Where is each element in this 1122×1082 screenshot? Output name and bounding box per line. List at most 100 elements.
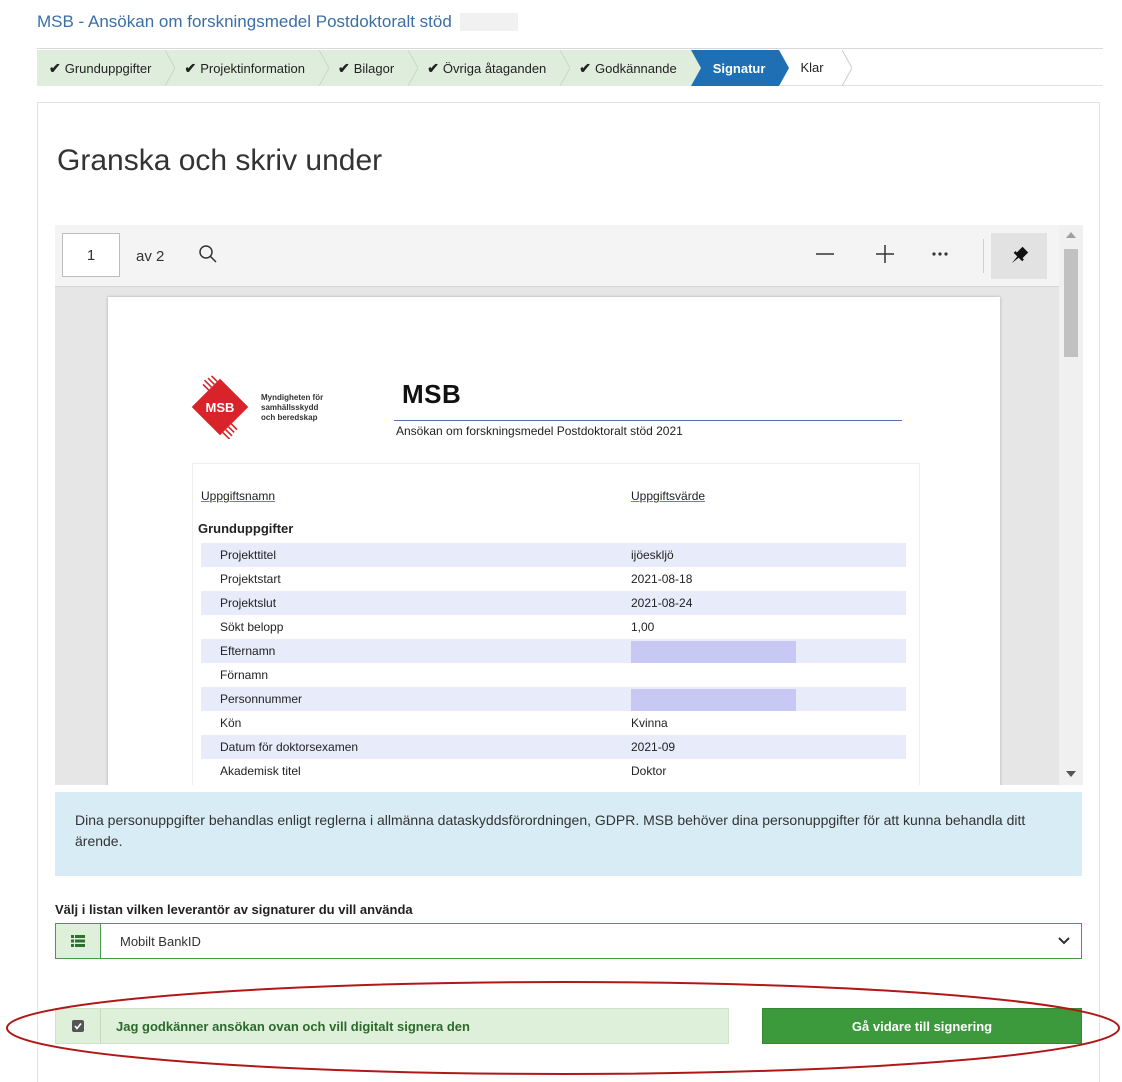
scroll-down-icon[interactable] [1066, 771, 1076, 777]
table-row: Efternamn [201, 639, 906, 663]
check-icon: ✔ [427, 59, 439, 76]
table-row: Akademisk titel Doktor [201, 759, 906, 783]
chevron-down-icon [1058, 937, 1070, 945]
step-label: Övriga åtaganden [442, 60, 547, 76]
redacted-value [631, 641, 796, 663]
viewer-toolbar: 1 av 2 [55, 225, 1059, 287]
row-label: Efternamn [220, 644, 276, 658]
logo-line: Myndigheten för [261, 393, 324, 402]
page-number-input[interactable]: 1 [62, 233, 120, 277]
column-header-name: Uppgiftsnamn [201, 489, 276, 503]
consent-label: Jag godkänner ansökan ovan och vill digi… [116, 1019, 470, 1034]
step-label: Godkännande [595, 60, 677, 76]
table-row: Personnummer [201, 687, 906, 711]
consent-checkbox-container [56, 1009, 101, 1043]
scroll-thumb[interactable] [1064, 249, 1078, 357]
chevron-right-icon [318, 50, 329, 86]
step-label: Projektinformation [200, 60, 305, 76]
logo-text: MSB [206, 400, 235, 415]
table-row: Projektstart 2021-08-18 [201, 567, 906, 591]
row-label: Personnummer [220, 692, 303, 706]
redacted-value [631, 689, 796, 711]
app-title-text: MSB - Ansökan om forskningsmedel Postdok… [37, 12, 452, 31]
chevron-right-icon [690, 50, 701, 86]
zoom-out-icon[interactable] [810, 239, 840, 269]
document-rule [394, 420, 902, 421]
consent-checkbox[interactable] [72, 1020, 84, 1032]
row-value: 1,00 [631, 620, 655, 634]
step-klar[interactable]: Klar [780, 50, 852, 86]
viewer-scrollbar[interactable] [1059, 225, 1083, 785]
chevron-right-icon [779, 50, 790, 86]
provider-select[interactable]: Mobilt BankID [55, 923, 1082, 959]
app-title: MSB - Ansökan om forskningsmedel Postdok… [37, 12, 518, 32]
pdf-viewer: 1 av 2 MSB Myndigheten för samhällsskydd… [55, 225, 1083, 785]
row-label: Sökt belopp [220, 620, 284, 634]
row-label: Datum för doktorsexamen [220, 740, 359, 754]
check-icon [74, 1023, 82, 1030]
step-label: Signatur [712, 60, 766, 76]
row-value: 2021-09 [631, 740, 676, 754]
document-subtitle: Ansökan om forskningsmedel Postdoktoralt… [396, 424, 683, 438]
chevron-right-icon [560, 50, 571, 86]
msb-logo: MSB [191, 375, 249, 439]
row-label: Akademisk titel [220, 764, 301, 778]
step-label: Bilagor [353, 60, 395, 76]
table-row: Sökt belopp 1,00 [201, 615, 906, 639]
consent-checkbox-group[interactable]: Jag godkänner ansökan ovan och vill digi… [55, 1008, 729, 1044]
step-signatur[interactable]: Signatur [690, 50, 790, 86]
document-page: MSB Myndigheten för samhällsskydd och be… [108, 297, 1000, 785]
step-grunduppgifter[interactable]: ✔ Grunduppgifter [37, 50, 176, 86]
step-projektinformation[interactable]: ✔ Projektinformation [166, 50, 329, 86]
table-row: Projekttitel ijöesklj­ö [201, 543, 906, 567]
wizard-spacer [841, 50, 1103, 86]
document-brand: MSB [402, 379, 462, 409]
row-label: Förnamn [220, 668, 269, 682]
row-value: 2021-08-18 [631, 572, 693, 586]
section-heading: Grunduppgifter [198, 521, 294, 536]
search-icon[interactable] [193, 239, 223, 269]
toolbar-separator [983, 239, 984, 273]
wizard-steps: ✔ Grunduppgifter ✔ Projektinformation ✔ Bil… [37, 50, 1103, 86]
document-table: Uppgiftsnamn Uppgiftsvärde Grunduppgifte… [192, 463, 920, 785]
logo-line: samhällsskydd [261, 403, 319, 412]
page-title: Granska och skriv under [57, 144, 383, 177]
more-options-icon[interactable] [925, 239, 955, 269]
check-icon: ✔ [579, 59, 592, 76]
provider-select-label: Välj i listan vilken leverantör av signa… [55, 902, 413, 917]
step-label: Grunduppgifter [64, 60, 152, 76]
divider [37, 48, 1103, 49]
check-icon: ✔ [337, 59, 350, 76]
table-row: Kön Kvinna [201, 711, 906, 735]
step-godkannande[interactable]: ✔ Godkännande [561, 50, 701, 86]
redacted-block [459, 13, 518, 31]
row-label: Kön [220, 716, 242, 730]
step-label: Klar [800, 60, 824, 75]
proceed-to-signing-button[interactable]: Gå vidare till signering [762, 1008, 1082, 1044]
row-value: Kvinna [631, 716, 668, 730]
list-icon [56, 924, 101, 958]
pin-icon[interactable] [991, 233, 1047, 279]
row-value: ijöesklj­ö [631, 548, 674, 562]
page-count: av 2 [136, 248, 165, 265]
gdpr-notice: Dina personuppgifter behandlas enligt re… [55, 792, 1082, 876]
step-bilagor[interactable]: ✔ Bilagor [319, 50, 419, 86]
step-ovriga-ataganden[interactable]: ✔ Övriga åtaganden [409, 50, 571, 86]
row-label: Projekttitel [220, 548, 277, 562]
logo-line: och beredskap [261, 413, 318, 422]
scroll-up-icon[interactable] [1066, 232, 1076, 238]
table-row: Datum för doktorsexamen 2021-09 [201, 735, 906, 759]
check-icon: ✔ [49, 59, 61, 76]
chevron-right-icon [165, 50, 176, 86]
row-value: 2021-08-24 [631, 596, 693, 610]
row-value: Doktor [631, 764, 667, 778]
row-label: Projektslut [220, 596, 277, 610]
check-icon: ✔ [184, 59, 197, 76]
row-label: Projektstart [220, 572, 281, 586]
zoom-in-icon[interactable] [870, 239, 900, 269]
chevron-right-icon [408, 50, 419, 86]
chevron-right-icon [841, 50, 852, 86]
table-row: Förnamn [201, 663, 906, 687]
logo-org-name: Myndigheten för samhällsskydd och bereds… [261, 393, 323, 423]
column-header-value: Uppgiftsvärde [631, 489, 706, 503]
